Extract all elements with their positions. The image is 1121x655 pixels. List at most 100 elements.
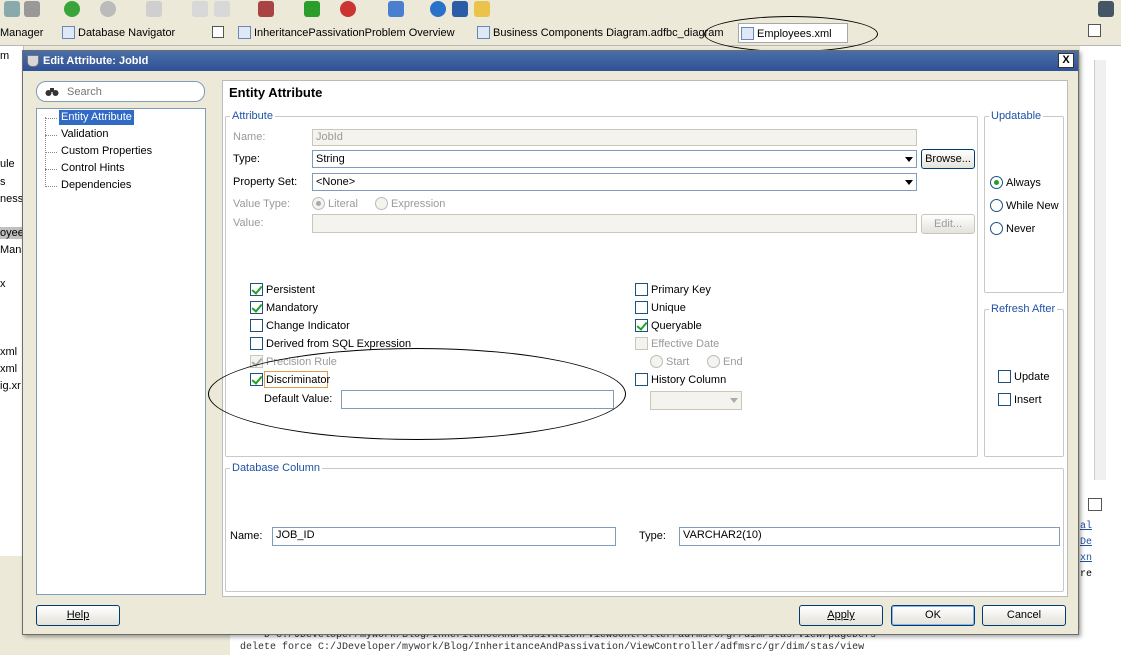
database-column-legend: Database Column [230, 462, 323, 474]
overview-icon [238, 26, 251, 39]
dialog-title: Edit Attribute: JobId [43, 55, 149, 67]
nav-control-hints[interactable]: Control Hints [59, 161, 127, 176]
history-column-label: History Column [651, 374, 727, 386]
column-name-field[interactable]: JOB_ID [272, 527, 616, 546]
browse-button[interactable]: Browse... [921, 149, 975, 169]
debug-icon[interactable] [340, 1, 356, 17]
panel-title: Entity Attribute [229, 85, 323, 100]
ide-right-panel: al De xn re [1080, 46, 1121, 655]
name-label: Name: [233, 131, 266, 143]
refresh-insert-checkbox[interactable] [998, 393, 1011, 406]
column-type-label: Type: [639, 530, 666, 542]
search-input[interactable] [67, 84, 199, 99]
nav-validation[interactable]: Validation [59, 127, 111, 142]
close-button[interactable]: X [1058, 53, 1074, 68]
discriminator-label: Discriminator [266, 374, 331, 386]
refresh-after-legend: Refresh After [989, 303, 1058, 315]
change-indicator-label: Change Indicator [266, 320, 350, 332]
refresh-update-label: Update [1014, 371, 1050, 383]
value-type-label: Value Type: [233, 198, 291, 210]
mandatory-checkbox[interactable] [250, 301, 263, 314]
while-new-radio[interactable] [990, 199, 1003, 212]
persistent-checkbox[interactable] [250, 283, 263, 296]
rollback-icon[interactable] [214, 1, 230, 17]
column-type-field[interactable]: VARCHAR2(10) [679, 527, 1060, 546]
tab-manager[interactable]: Manager [0, 23, 43, 43]
type-select[interactable]: String [312, 150, 917, 168]
entity-attribute-panel: Entity Attribute Attribute Name: JobId T… [222, 80, 1068, 597]
ie-icon[interactable] [430, 1, 446, 17]
derived-sql-checkbox[interactable] [250, 337, 263, 350]
edit-attribute-dialog: Edit Attribute: JobId X Entity Attribute… [22, 50, 1079, 635]
type-label: Type: [233, 153, 260, 165]
history-column-select[interactable] [650, 391, 742, 410]
nav-custom-properties[interactable]: Custom Properties [59, 144, 154, 159]
never-radio[interactable] [990, 222, 1003, 235]
start-radio[interactable] [650, 355, 663, 368]
effective-date-label: Effective Date [651, 338, 720, 350]
effective-date-checkbox[interactable] [635, 337, 648, 350]
tab-bc-diagram[interactable]: Business Components Diagram.adfbc_diagra… [475, 23, 724, 43]
nav-entity-attribute[interactable]: Entity Attribute [59, 110, 134, 125]
tab-list-icon[interactable] [1088, 24, 1101, 37]
binoculars-icon[interactable] [1098, 1, 1114, 17]
collapse-icon[interactable] [1088, 498, 1102, 511]
help-icon[interactable] [388, 1, 404, 17]
always-radio[interactable] [990, 176, 1003, 189]
deploy-icon[interactable] [258, 1, 274, 17]
navigation-tree: Entity Attribute Validation Custom Prope… [36, 108, 206, 595]
mandatory-label: Mandatory [266, 302, 318, 314]
refresh-update-checkbox[interactable] [998, 370, 1011, 383]
value-field[interactable] [312, 214, 917, 233]
persistent-label: Persistent [266, 284, 315, 296]
nav-dependencies[interactable]: Dependencies [59, 178, 133, 193]
back-icon[interactable] [64, 1, 80, 17]
database-icon [62, 26, 75, 39]
queryable-checkbox[interactable] [635, 319, 648, 332]
attribute-legend: Attribute [230, 110, 275, 122]
word-icon[interactable] [452, 1, 468, 17]
unique-label: Unique [651, 302, 686, 314]
ide-left-panel: m ule s ness oyee Mana x xml xml ig.xr [0, 46, 28, 556]
edit-button[interactable]: Edit... [921, 214, 975, 234]
value-label: Value: [233, 217, 264, 229]
forward-icon[interactable] [100, 1, 116, 17]
literal-radio[interactable] [312, 197, 325, 210]
history-column-checkbox[interactable] [635, 373, 648, 386]
tab-overview[interactable]: InheritancePassivationProblem Overview [236, 23, 455, 43]
tab-employees-xml[interactable]: Employees.xml [738, 23, 848, 43]
unique-checkbox[interactable] [635, 301, 648, 314]
always-label: Always [1006, 177, 1041, 189]
name-field[interactable]: JobId [312, 129, 917, 146]
apply-button[interactable]: Apply [799, 605, 883, 626]
scrollbar[interactable] [1094, 60, 1106, 480]
tab-database-navigator[interactable]: Database Navigator [60, 23, 175, 43]
copy-icon[interactable] [24, 1, 40, 17]
literal-label: Literal [328, 198, 358, 210]
binoculars-icon [45, 88, 59, 96]
help-button[interactable]: Help [36, 605, 120, 626]
primary-key-checkbox[interactable] [635, 283, 648, 296]
minimize-icon[interactable] [212, 26, 224, 38]
run-icon[interactable] [304, 1, 320, 17]
sql-icon[interactable] [146, 1, 162, 17]
search-field[interactable] [36, 81, 205, 102]
while-new-label: While New [1006, 200, 1059, 212]
notes-icon[interactable] [474, 1, 490, 17]
refresh-insert-label: Insert [1014, 394, 1042, 406]
change-indicator-checkbox[interactable] [250, 319, 263, 332]
discriminator-checkbox[interactable] [250, 373, 263, 386]
expression-radio[interactable] [375, 197, 388, 210]
queryable-label: Queryable [651, 320, 702, 332]
chevron-down-icon [905, 180, 913, 185]
save-icon[interactable] [4, 1, 20, 17]
property-set-select[interactable]: <None> [312, 173, 917, 191]
ok-button[interactable]: OK [891, 605, 975, 626]
attribute-group: Attribute Name: JobId Type: String Brows… [225, 110, 978, 457]
precision-rule-checkbox[interactable] [250, 355, 263, 368]
end-label: End [723, 356, 743, 368]
commit-icon[interactable] [192, 1, 208, 17]
cancel-button[interactable]: Cancel [982, 605, 1066, 626]
end-radio[interactable] [707, 355, 720, 368]
default-value-field[interactable] [341, 390, 614, 409]
